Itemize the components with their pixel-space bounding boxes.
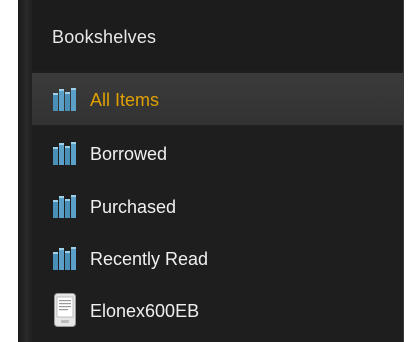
ereader-device-icon	[54, 293, 76, 327]
bookshelves-panel: Bookshelves All Items Borrowed Purchased…	[32, 0, 404, 342]
device-item-label: Elonex600EB	[90, 301, 200, 321]
bookshelf-icon	[53, 142, 76, 165]
shelf-item-borrowed[interactable]: Borrowed	[32, 127, 403, 179]
bookshelf-icon	[53, 247, 76, 270]
left-scroll-strip	[18, 0, 32, 342]
shelf-item-label: Purchased	[90, 197, 177, 217]
shelf-item-all-items[interactable]: All Items	[32, 73, 403, 125]
shelf-item-label: All Items	[90, 90, 160, 110]
device-item-elonex600eb[interactable]: Elonex600EB	[32, 284, 403, 336]
panel-title: Bookshelves	[52, 27, 157, 47]
bookshelf-icon	[53, 195, 76, 218]
panel-header: Bookshelves	[32, 0, 403, 70]
shelf-item-recently-read[interactable]: Recently Read	[32, 232, 403, 284]
shelf-item-label: Recently Read	[90, 249, 209, 269]
window: Bookshelves All Items Borrowed Purchased…	[0, 0, 412, 342]
shelf-item-purchased[interactable]: Purchased	[32, 180, 403, 232]
bookshelf-icon	[53, 88, 76, 111]
shelf-item-label: Borrowed	[90, 144, 168, 164]
